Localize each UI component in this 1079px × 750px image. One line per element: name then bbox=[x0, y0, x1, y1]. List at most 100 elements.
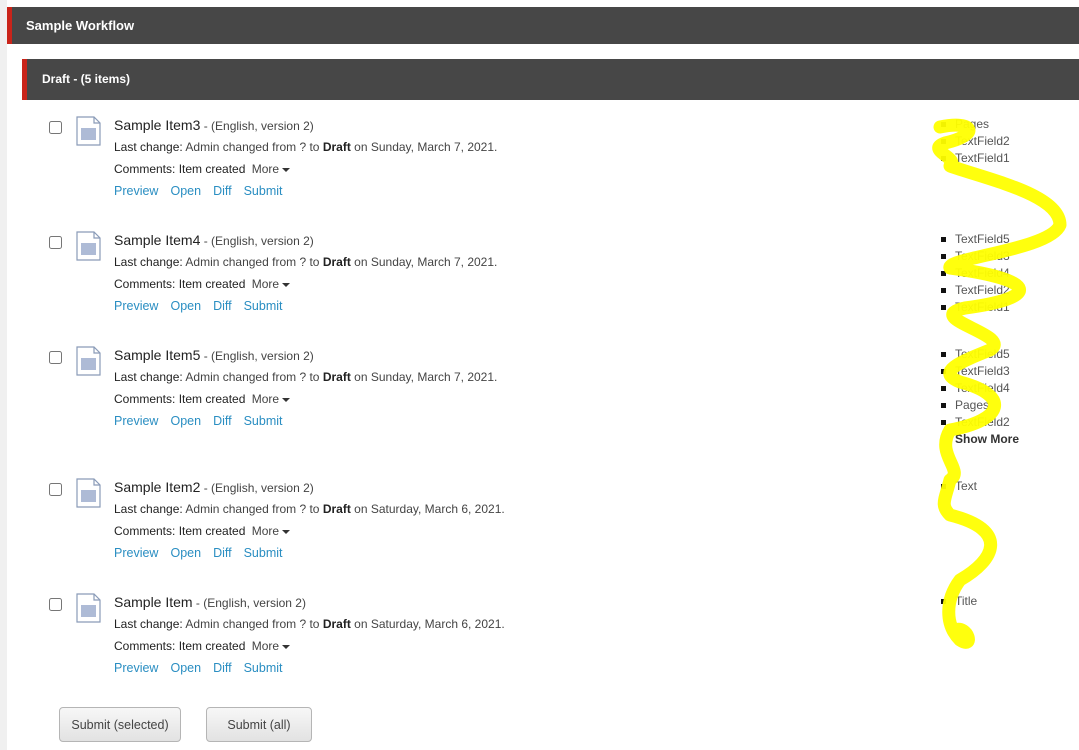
caret-down-icon bbox=[282, 529, 291, 534]
document-icon bbox=[76, 116, 101, 146]
open-link[interactable]: Open bbox=[170, 184, 201, 198]
open-link[interactable]: Open bbox=[170, 546, 201, 560]
item-meta: - (English, version 2) bbox=[200, 349, 314, 363]
item-select-checkbox[interactable] bbox=[49, 351, 62, 364]
field-item: TextField5 bbox=[941, 346, 1019, 363]
field-item: TextField4 bbox=[941, 380, 1019, 397]
submit-link[interactable]: Submit bbox=[244, 299, 283, 313]
changed-fields-list: TextField5 TextField3 TextField4 Pages T… bbox=[941, 346, 1019, 448]
last-change-line: Last change: Admin changed from ? to Dra… bbox=[114, 502, 505, 516]
diff-link[interactable]: Diff bbox=[213, 414, 232, 428]
open-link[interactable]: Open bbox=[170, 299, 201, 313]
item-meta: - (English, version 2) bbox=[200, 481, 314, 495]
workflow-item: Sample Item - (English, version 2) Last … bbox=[0, 593, 1079, 693]
field-item: Pages bbox=[941, 397, 1019, 414]
submit-link[interactable]: Submit bbox=[244, 661, 283, 675]
diff-link[interactable]: Diff bbox=[213, 546, 232, 560]
caret-down-icon bbox=[282, 644, 291, 649]
comments-line: Comments: Item created More bbox=[114, 523, 291, 539]
item-select-checkbox[interactable] bbox=[49, 483, 62, 496]
preview-link[interactable]: Preview bbox=[114, 546, 158, 560]
document-icon bbox=[76, 346, 101, 376]
field-item: Pages bbox=[941, 116, 1010, 133]
preview-link[interactable]: Preview bbox=[114, 661, 158, 675]
field-item: TextField3 bbox=[941, 248, 1010, 265]
item-meta: - (English, version 2) bbox=[192, 596, 306, 610]
item-select-checkbox[interactable] bbox=[49, 121, 62, 134]
comments-line: Comments: Item created More bbox=[114, 638, 291, 654]
preview-link[interactable]: Preview bbox=[114, 184, 158, 198]
item-name: Sample Item4 bbox=[114, 232, 201, 248]
field-item: Text bbox=[941, 478, 977, 495]
comments-line: Comments: Item created More bbox=[114, 391, 291, 407]
diff-link[interactable]: Diff bbox=[213, 661, 232, 675]
changed-fields-list: TextField5 TextField3 TextField4 TextFie… bbox=[941, 231, 1010, 316]
submit-link[interactable]: Submit bbox=[244, 184, 283, 198]
preview-link[interactable]: Preview bbox=[114, 299, 158, 313]
item-meta: - (English, version 2) bbox=[200, 119, 314, 133]
document-icon bbox=[76, 478, 101, 508]
workflow-item: Sample Item5 - (English, version 2) Last… bbox=[0, 346, 1079, 446]
workflow-item: Sample Item2 - (English, version 2) Last… bbox=[0, 478, 1079, 578]
preview-link[interactable]: Preview bbox=[114, 414, 158, 428]
field-item: TextField3 bbox=[941, 363, 1019, 380]
last-change-line: Last change: Admin changed from ? to Dra… bbox=[114, 255, 498, 269]
changed-fields-list: Title bbox=[941, 593, 977, 610]
submit-selected-button[interactable]: Submit (selected) bbox=[59, 707, 181, 742]
item-name: Sample Item bbox=[114, 594, 193, 610]
item-title: Sample Item - (English, version 2) bbox=[114, 593, 306, 612]
last-change-line: Last change: Admin changed from ? to Dra… bbox=[114, 140, 498, 154]
diff-link[interactable]: Diff bbox=[213, 299, 232, 313]
field-item: Title bbox=[941, 593, 977, 610]
item-select-checkbox[interactable] bbox=[49, 598, 62, 611]
more-dropdown[interactable]: More bbox=[252, 524, 291, 538]
changed-fields-list: Pages TextField2 TextField1 bbox=[941, 116, 1010, 167]
comments-line: Comments: Item created More bbox=[114, 161, 291, 177]
caret-down-icon bbox=[282, 397, 291, 402]
item-meta: - (English, version 2) bbox=[200, 234, 314, 248]
last-change-line: Last change: Admin changed from ? to Dra… bbox=[114, 617, 505, 631]
item-title: Sample Item2 - (English, version 2) bbox=[114, 478, 314, 497]
field-item: TextField1 bbox=[941, 299, 1010, 316]
item-actions: Preview Open Diff Submit bbox=[114, 413, 295, 429]
item-name: Sample Item5 bbox=[114, 347, 201, 363]
more-dropdown[interactable]: More bbox=[252, 277, 291, 291]
diff-link[interactable]: Diff bbox=[213, 184, 232, 198]
field-item: TextField2 bbox=[941, 282, 1010, 299]
show-more-link[interactable]: Show More bbox=[941, 431, 1019, 448]
field-item: TextField4 bbox=[941, 265, 1010, 282]
more-dropdown[interactable]: More bbox=[252, 392, 291, 406]
item-actions: Preview Open Diff Submit bbox=[114, 545, 295, 561]
field-item: TextField2 bbox=[941, 133, 1010, 150]
state-section-header: Draft - (5 items) bbox=[22, 59, 1079, 100]
item-actions: Preview Open Diff Submit bbox=[114, 660, 295, 676]
document-icon bbox=[76, 231, 101, 261]
submit-link[interactable]: Submit bbox=[244, 414, 283, 428]
more-dropdown[interactable]: More bbox=[252, 162, 291, 176]
item-title: Sample Item5 - (English, version 2) bbox=[114, 346, 314, 365]
last-change-line: Last change: Admin changed from ? to Dra… bbox=[114, 370, 498, 384]
item-name: Sample Item2 bbox=[114, 479, 201, 495]
more-dropdown[interactable]: More bbox=[252, 639, 291, 653]
field-item: TextField1 bbox=[941, 150, 1010, 167]
item-select-checkbox[interactable] bbox=[49, 236, 62, 249]
caret-down-icon bbox=[282, 167, 291, 172]
caret-down-icon bbox=[282, 282, 291, 287]
field-item: TextField2 bbox=[941, 414, 1019, 431]
changed-fields-list: Text bbox=[941, 478, 977, 495]
workflow-item: Sample Item4 - (English, version 2) Last… bbox=[0, 231, 1079, 331]
item-name: Sample Item3 bbox=[114, 117, 201, 133]
submit-all-button[interactable]: Submit (all) bbox=[206, 707, 312, 742]
field-item: TextField5 bbox=[941, 231, 1010, 248]
open-link[interactable]: Open bbox=[170, 661, 201, 675]
item-title: Sample Item4 - (English, version 2) bbox=[114, 231, 314, 250]
document-icon bbox=[76, 593, 101, 623]
item-title: Sample Item3 - (English, version 2) bbox=[114, 116, 314, 135]
open-link[interactable]: Open bbox=[170, 414, 201, 428]
item-actions: Preview Open Diff Submit bbox=[114, 298, 295, 314]
workflow-header: Sample Workflow bbox=[7, 7, 1079, 44]
comments-line: Comments: Item created More bbox=[114, 276, 291, 292]
workflow-item: Sample Item3 - (English, version 2) Last… bbox=[0, 116, 1079, 216]
submit-link[interactable]: Submit bbox=[244, 546, 283, 560]
item-actions: Preview Open Diff Submit bbox=[114, 183, 295, 199]
